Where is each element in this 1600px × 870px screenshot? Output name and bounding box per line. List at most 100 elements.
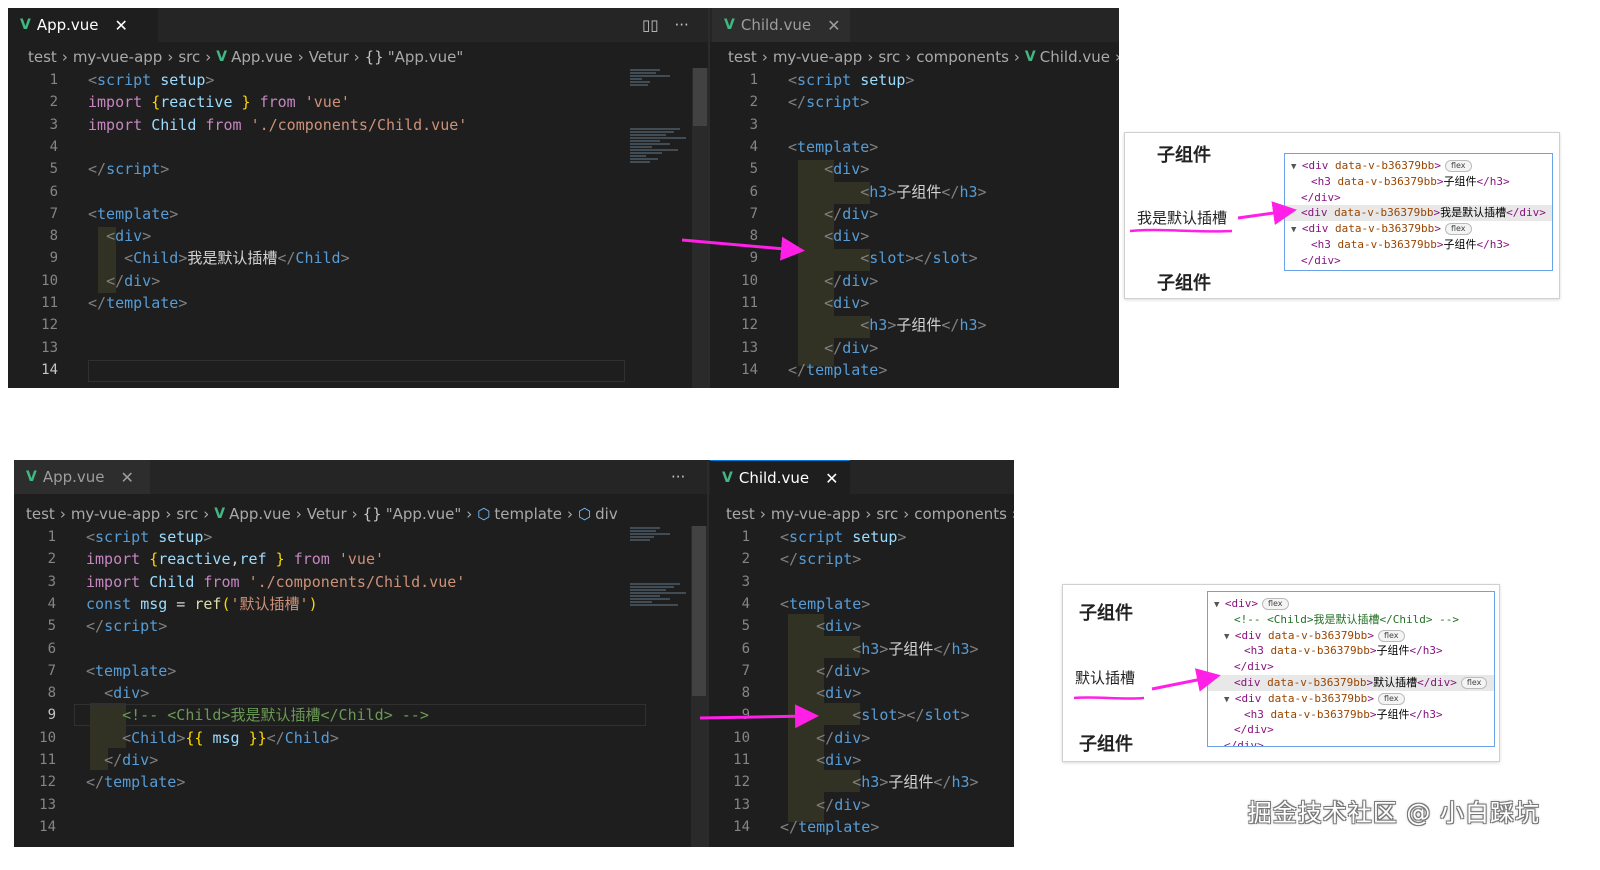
code-line[interactable]: 10 <Child>{{ msg }}</Child>: [14, 727, 626, 749]
scroll-thumb[interactable]: [692, 526, 706, 696]
code-line[interactable]: 14 </template>: [700, 816, 1014, 838]
code-line[interactable]: 6: [8, 181, 628, 203]
expand-triangle-icon[interactable]: ▼: [1214, 600, 1225, 610]
code-line[interactable]: 5 <div>: [708, 158, 1119, 180]
code-line[interactable]: 14: [14, 816, 626, 838]
code-line[interactable]: 4 const msg = ref('默认插槽'): [14, 593, 626, 615]
code-area-app[interactable]: 1 <script setup> 2 import {reactive,ref } f…: [14, 526, 626, 846]
close-icon[interactable]: ✕: [827, 16, 840, 35]
code-line[interactable]: 13: [8, 337, 628, 359]
code-line[interactable]: 6 <h3>子组件</h3>: [700, 638, 1014, 660]
code-line[interactable]: 10 </div>: [8, 270, 628, 292]
devtools-elements-panel[interactable]: ▼ <div> flex <!-- <Child>我是默认插槽</Child> --…: [1207, 591, 1495, 747]
code-line[interactable]: 8 <div>: [8, 225, 628, 247]
code-line[interactable]: 5 </script>: [8, 158, 628, 180]
devtools-node[interactable]: ▼ <div data-v-b36379bb> flex: [1208, 628, 1494, 644]
code-line[interactable]: 13 </div>: [700, 794, 1014, 816]
crumb-item[interactable]: App.vue: [231, 48, 293, 66]
minimap[interactable]: [630, 526, 692, 836]
crumb-item[interactable]: src: [178, 48, 200, 66]
devtools-elements-panel[interactable]: ▼ <div data-v-b36379bb> flex <h3 data-v-b3…: [1284, 153, 1553, 271]
devtools-node[interactable]: </div>: [1208, 722, 1494, 738]
crumb-item[interactable]: components: [914, 505, 1007, 523]
flex-badge[interactable]: flex: [1377, 692, 1405, 705]
tab-child-vue[interactable]: V Child.vue ✕: [710, 460, 850, 495]
code-line[interactable]: 3 import Child from './components/Child.v…: [8, 114, 628, 136]
code-line[interactable]: 1 <script setup>: [700, 526, 1014, 548]
devtools-node[interactable]: ▼ <div data-v-b36379bb> flex: [1285, 221, 1552, 237]
crumb-item[interactable]: div: [595, 505, 618, 523]
code-line[interactable]: 11 <div>: [700, 749, 1014, 771]
code-line[interactable]: 14 </template>: [708, 359, 1119, 381]
expand-triangle-icon[interactable]: ▼: [1224, 695, 1235, 705]
code-line[interactable]: 9 <slot></slot>: [708, 247, 1119, 269]
devtools-node[interactable]: ▼ <div> flex: [1208, 596, 1494, 612]
code-line[interactable]: 7 <template>: [8, 203, 628, 225]
crumb-item[interactable]: src: [878, 48, 900, 66]
code-line[interactable]: 2 </script>: [700, 548, 1014, 570]
code-line[interactable]: 8 <div>: [700, 682, 1014, 704]
tab-child-vue[interactable]: V Child.vue ✕: [712, 8, 850, 42]
flex-badge[interactable]: flex: [1377, 629, 1405, 642]
expand-triangle-icon[interactable]: ▼: [1224, 632, 1235, 642]
crumb-item[interactable]: Child.vue: [1040, 48, 1110, 66]
crumb-item[interactable]: my-vue-app: [73, 48, 163, 66]
code-line[interactable]: 4 <template>: [708, 136, 1119, 158]
code-line[interactable]: 9 <slot></slot>: [700, 704, 1014, 726]
code-line[interactable]: 11 <div>: [708, 292, 1119, 314]
code-line[interactable]: 13 </div>: [708, 337, 1119, 359]
code-line[interactable]: 1 <script setup>: [708, 69, 1119, 91]
flex-badge[interactable]: flex: [1261, 598, 1289, 610]
code-line[interactable]: 8 <div>: [14, 682, 626, 704]
crumb-item[interactable]: my-vue-app: [71, 505, 161, 523]
crumb-item[interactable]: my-vue-app: [773, 48, 863, 66]
scrollbar[interactable]: [691, 526, 707, 847]
split-editor-icon[interactable]: ▯▯: [642, 16, 659, 34]
code-line[interactable]: 3 import Child from './components/Child.v…: [14, 571, 626, 593]
code-line[interactable]: 2 import {reactive } from 'vue': [8, 91, 628, 113]
code-line[interactable]: 2 </script>: [708, 91, 1119, 113]
code-line[interactable]: 1 <script setup>: [8, 69, 628, 91]
close-icon[interactable]: ✕: [115, 16, 128, 35]
more-actions-icon[interactable]: ···: [675, 16, 689, 34]
crumb-item[interactable]: test: [728, 48, 757, 66]
code-line[interactable]: 10 </div>: [708, 270, 1119, 292]
devtools-node[interactable]: <div data-v-b36379bb>默认插槽</div> flex: [1208, 675, 1494, 691]
flex-badge[interactable]: flex: [1444, 160, 1472, 172]
devtools-node[interactable]: ▼ <div data-v-b36379bb> flex: [1208, 691, 1494, 707]
devtools-node[interactable]: <!-- <Child>我是默认插槽</Child> -->: [1208, 612, 1494, 628]
close-icon[interactable]: ✕: [121, 468, 134, 487]
crumb-item[interactable]: test: [28, 48, 57, 66]
crumb-item[interactable]: test: [726, 505, 755, 523]
devtools-node[interactable]: </div>: [1285, 190, 1552, 206]
scroll-thumb[interactable]: [693, 68, 707, 126]
more-actions-icon[interactable]: ···: [671, 468, 685, 486]
devtools-node[interactable]: <div data-v-b36379bb>我是默认插槽</div>: [1285, 205, 1552, 222]
code-line[interactable]: 6: [14, 638, 626, 660]
code-line[interactable]: 12 <h3>子组件</h3>: [708, 314, 1119, 336]
flex-badge[interactable]: flex: [1444, 223, 1472, 236]
expand-triangle-icon[interactable]: ▼: [1291, 225, 1302, 235]
close-icon[interactable]: ✕: [825, 469, 838, 488]
code-area-child[interactable]: 1 <script setup> 2 </script> 3 4 <template> 5 <…: [700, 526, 1014, 846]
code-line[interactable]: 3: [700, 571, 1014, 593]
crumb-item[interactable]: src: [876, 505, 898, 523]
code-line[interactable]: 7 </div>: [700, 660, 1014, 682]
tab-app-vue[interactable]: V App.vue ✕: [8, 8, 158, 42]
code-line[interactable]: 9 <Child>我是默认插槽</Child>: [8, 247, 628, 269]
code-line[interactable]: 12 <h3>子组件</h3>: [700, 771, 1014, 793]
crumb-item[interactable]: components: [916, 48, 1009, 66]
expand-triangle-icon[interactable]: ▼: [1291, 162, 1302, 172]
devtools-node[interactable]: <h3 data-v-b36379bb>子组件</h3>: [1285, 174, 1552, 190]
crumb-item[interactable]: "App.vue": [386, 505, 461, 523]
code-area-app[interactable]: 1 <script setup> 2 import {reactive } from …: [8, 69, 628, 388]
code-line[interactable]: 12: [8, 314, 628, 336]
code-line[interactable]: 14: [8, 359, 628, 381]
code-line[interactable]: 1 <script setup>: [14, 526, 626, 548]
code-line[interactable]: 13: [14, 794, 626, 816]
code-line[interactable]: 10 </div>: [700, 727, 1014, 749]
code-line[interactable]: 9 <!-- <Child>我是默认插槽</Child> -->: [14, 704, 626, 726]
devtools-node[interactable]: </div>: [1208, 738, 1494, 746]
code-line[interactable]: 7 </div>: [708, 203, 1119, 225]
devtools-node[interactable]: </div>: [1208, 659, 1494, 675]
